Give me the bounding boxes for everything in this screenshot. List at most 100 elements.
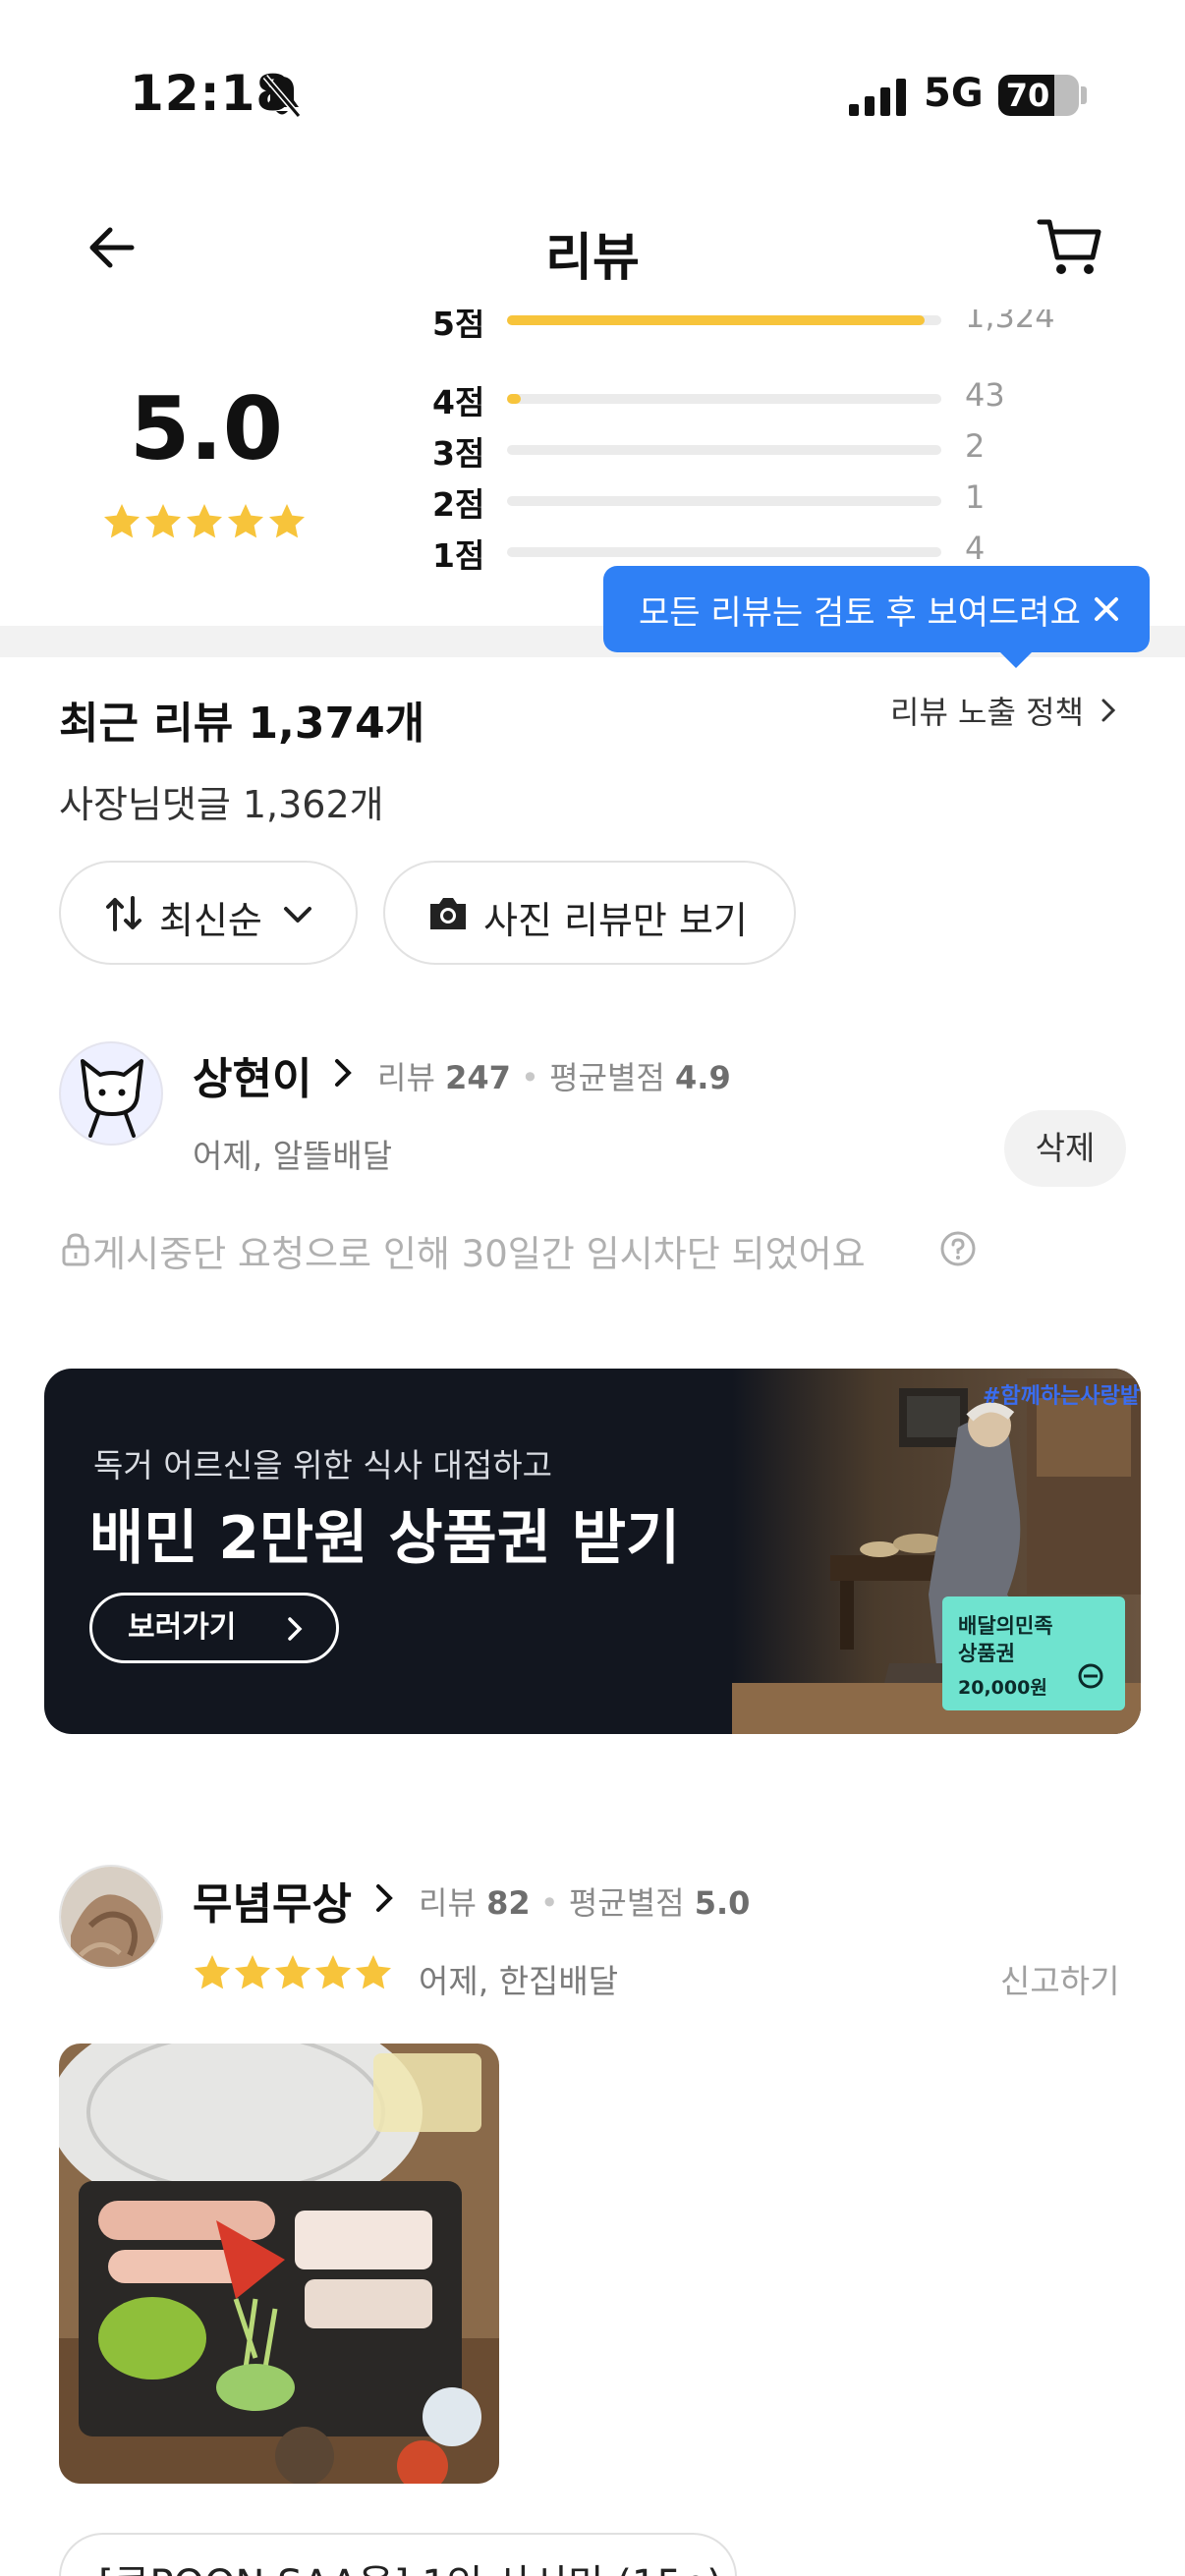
banner-cta-button[interactable]: 보러가기: [89, 1593, 339, 1663]
avg-rating-label: 평균별점: [568, 1884, 685, 1922]
rating-dist-row: 3점 2: [432, 427, 1061, 473]
avg-rating-value: 5.0: [694, 1884, 751, 1922]
promo-banner[interactable]: #함께하는사랑밭 배달의민족 상품권 20,000원 독거 어르신을 위한 식사…: [44, 1369, 1141, 1734]
review-tooltip: 모든 리뷰는 검토 후 보여드려요: [603, 566, 1150, 652]
lock-icon: [62, 1233, 89, 1266]
avatar-photo: [61, 1867, 161, 1967]
sort-icon: [106, 896, 141, 931]
star-icon: [195, 1955, 230, 1989]
report-link[interactable]: 신고하기: [1000, 1955, 1119, 2002]
voucher-brand: 배달의민족: [958, 1614, 1053, 1638]
review-stars: [193, 1953, 394, 1992]
sort-dropdown[interactable]: 최신순: [59, 861, 358, 965]
cat-avatar-icon: [81, 1059, 143, 1138]
rating-dist-count: 4: [965, 530, 986, 567]
banner-title: 배민 2만원 상품권 받기: [89, 1504, 681, 1573]
sashimi-photo: [59, 2044, 499, 2484]
battery-level: 70: [1005, 77, 1050, 114]
rating-dist-bar: [507, 547, 941, 557]
voucher-amount: 20,000원: [958, 1677, 1047, 1699]
menu-chip-label: [큐POON SAA용] 1인 사시미 (15p): [98, 2552, 722, 2576]
cart-icon[interactable]: [1036, 214, 1104, 279]
tooltip-text: 모든 리뷰는 검토 후 보여드려요: [639, 593, 1081, 633]
tooltip-arrow: [998, 650, 1034, 668]
reviewer-name[interactable]: 무념무상: [193, 1869, 352, 1932]
signal-icon: [849, 79, 906, 116]
rating-dist-row: 2점 1: [432, 478, 1061, 524]
app-header: 리뷰: [0, 187, 1185, 309]
rating-dist-label: 4점: [432, 383, 485, 421]
review-photo[interactable]: [59, 2044, 499, 2484]
ordered-menu-chip[interactable]: [큐POON SAA용] 1인 사시미 (15p): [59, 2533, 737, 2576]
star-icon: [235, 1955, 270, 1989]
rating-dist-row: 5점 1,324: [432, 309, 1061, 343]
avatar[interactable]: [59, 1865, 163, 1969]
average-stars: [102, 502, 309, 541]
rating-dist-count: 2: [965, 427, 986, 465]
chevron-down-icon: [284, 907, 311, 923]
avg-rating-value: 4.9: [675, 1059, 731, 1096]
voucher-type: 상품권: [958, 1642, 1015, 1665]
rating-dist-bar: [507, 315, 941, 325]
sort-label: 최신순: [159, 899, 262, 942]
camera-icon: [430, 898, 466, 929]
rating-dist-fill: [507, 394, 521, 404]
avg-rating-label: 평균별점: [549, 1059, 665, 1096]
star-icon: [228, 504, 263, 538]
star-icon: [187, 504, 222, 538]
battery-indicator: 70: [998, 75, 1079, 116]
photo-review-filter[interactable]: 사진 리뷰만 보기: [383, 861, 796, 965]
star-icon: [145, 504, 181, 538]
reviewer-name[interactable]: 상현이: [193, 1043, 311, 1106]
banner-subtitle: 독거 어르신을 위한 식사 대접하고: [93, 1446, 552, 1484]
rating-dist-row: 4점 43: [432, 376, 1061, 421]
star-icon: [269, 504, 305, 538]
network-label: 5G: [924, 71, 984, 116]
star-icon: [275, 1955, 310, 1989]
help-icon[interactable]: [939, 1230, 977, 1267]
page-title: 리뷰: [545, 229, 640, 288]
owner-reply-count: 사장님댓글 1,362개: [59, 783, 384, 826]
review-policy-link[interactable]: 리뷰 노출 정책: [890, 688, 1084, 733]
star-icon: [104, 504, 140, 538]
rating-dist-label: 2점: [432, 485, 485, 524]
rating-dist-bar: [507, 445, 941, 455]
reviewer-stats: 리뷰 247 • 평균별점 4.9: [377, 1059, 731, 1096]
rating-dist-label: 3점: [432, 434, 485, 473]
close-icon[interactable]: [1089, 591, 1124, 627]
rating-dist-count: 1,324: [965, 309, 1055, 335]
photo-filter-label: 사진 리뷰만 보기: [483, 899, 748, 942]
rating-dist-fill: [507, 315, 926, 325]
avatar[interactable]: [59, 1041, 163, 1146]
review-count: 247: [445, 1059, 511, 1096]
blocked-notice: 게시중단 요청으로 인해 30일간 임시차단 되었어요: [92, 1233, 866, 1275]
review-count: 82: [486, 1884, 531, 1922]
reviewer-stats: 리뷰 82 • 평균별점 5.0: [419, 1884, 751, 1922]
rating-dist-bar: [507, 496, 941, 506]
banner-cta-label: 보러가기: [128, 1610, 237, 1645]
campaign-hashtag: #함께하는사랑밭: [983, 1384, 1141, 1409]
review-date-type: 어제, 한집배달: [419, 1962, 619, 2000]
battery-cap: [1081, 86, 1087, 104]
chevron-right-icon: [288, 1617, 303, 1641]
status-bar: 12:18 5G 70: [0, 0, 1185, 187]
star-icon: [315, 1955, 351, 1989]
delete-button[interactable]: 삭제: [1004, 1110, 1126, 1187]
rating-dist-bar: [507, 394, 941, 404]
rating-dist-label: 1점: [432, 536, 485, 575]
rating-dist-count: 1: [965, 478, 986, 516]
chevron-right-icon[interactable]: [330, 1055, 356, 1091]
review-count-label: 리뷰: [419, 1884, 477, 1922]
review-date-type: 어제, 알뜰배달: [193, 1137, 393, 1175]
chevron-right-icon[interactable]: [371, 1880, 397, 1916]
voucher-logo-icon: [1078, 1663, 1103, 1689]
gift-voucher: 배달의민족 상품권 20,000원: [942, 1596, 1125, 1710]
star-icon: [356, 1955, 391, 1989]
bell-slash-icon: [262, 75, 302, 118]
review-count-label: 리뷰: [377, 1059, 435, 1096]
recent-reviews-title: 최근 리뷰 1,374개: [59, 699, 425, 749]
rating-dist-count: 43: [965, 376, 1005, 414]
average-rating: 5.0: [130, 378, 283, 479]
chevron-right-icon[interactable]: [1097, 696, 1120, 725]
rating-dist-label: 5점: [432, 309, 485, 343]
